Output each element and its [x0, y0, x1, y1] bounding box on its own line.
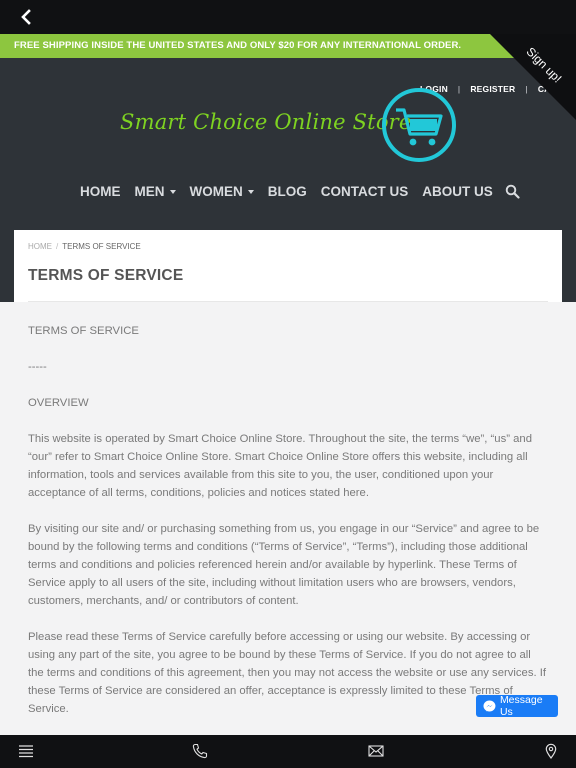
menu-icon[interactable]	[18, 743, 34, 759]
nav-women-label: WOMEN	[189, 184, 243, 199]
content-paragraph-1: This website is operated by Smart Choice…	[28, 433, 532, 499]
breadcrumb-home[interactable]: HOME	[28, 242, 52, 251]
top-bar	[0, 0, 576, 34]
breadcrumb: HOME / TERMS OF SERVICE	[28, 242, 141, 251]
page-title: TERMS OF SERVICE	[28, 267, 184, 284]
nav-men-label: MEN	[134, 184, 165, 199]
content-paragraph-3: Please read these Terms of Service caref…	[28, 631, 547, 715]
nav-home-label: HOME	[80, 184, 121, 199]
message-us-button[interactable]: Message Us	[476, 694, 558, 718]
messenger-icon	[483, 700, 496, 711]
content-overview: OVERVIEW	[28, 397, 89, 409]
nav-women[interactable]: WOMEN	[190, 184, 254, 199]
search-icon[interactable]	[505, 184, 520, 199]
caret-down-icon	[247, 189, 254, 194]
nav-blog-label: BLOG	[267, 184, 307, 199]
nav-home[interactable]: HOME	[80, 184, 121, 199]
phone-icon[interactable]	[192, 743, 208, 759]
page-title-card: HOME / TERMS OF SERVICE TERMS OF SERVICE	[14, 230, 562, 302]
location-pin-icon[interactable]	[543, 743, 559, 759]
caret-down-icon	[169, 189, 176, 194]
store-logo-text[interactable]: Smart Choice Online Store	[120, 110, 412, 134]
breadcrumb-current: TERMS OF SERVICE	[62, 242, 141, 251]
cart-logo-icon[interactable]	[380, 86, 458, 164]
content-paragraph-2: By visiting our site and/ or purchasing …	[28, 523, 540, 607]
nav-men[interactable]: MEN	[135, 184, 176, 199]
content-heading: TERMS OF SERVICE	[28, 325, 139, 337]
content-divider: -----	[28, 361, 47, 373]
message-us-label: Message Us	[499, 694, 543, 718]
nav-about[interactable]: ABOUT US	[422, 184, 493, 199]
signup-corner[interactable]: Sign up!	[476, 34, 576, 134]
nav-contact[interactable]: CONTACT US	[321, 184, 409, 199]
email-icon[interactable]	[368, 743, 384, 759]
nav-about-label: ABOUT US	[422, 184, 493, 199]
breadcrumb-separator: /	[56, 242, 59, 251]
bottom-toolbar	[0, 735, 576, 768]
back-arrow-icon[interactable]	[18, 9, 34, 25]
terms-content: TERMS OF SERVICE ----- OVERVIEW This web…	[14, 302, 562, 735]
nav-contact-label: CONTACT US	[320, 184, 409, 199]
separator: |	[457, 84, 461, 94]
main-nav: HOME MEN WOMEN BLOG CONTACT US ABOUT US	[80, 184, 520, 199]
nav-blog[interactable]: BLOG	[268, 184, 307, 199]
